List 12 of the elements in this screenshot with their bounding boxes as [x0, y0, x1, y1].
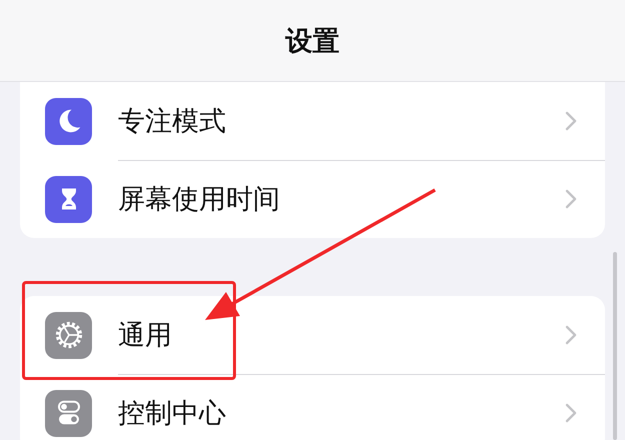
row-label: 屏幕使用时间 — [118, 183, 280, 217]
screen-title: 设置 — [286, 24, 340, 58]
chevron-icon — [565, 110, 577, 130]
row-label: 专注模式 — [118, 104, 226, 138]
chevron-icon — [565, 189, 577, 209]
settings-row[interactable]: 屏幕使用时间 — [20, 160, 605, 238]
settings-row[interactable]: 专注模式 — [20, 82, 605, 160]
chevron-icon — [565, 324, 577, 344]
chevron-icon — [565, 403, 577, 423]
row-label: 控制中心 — [118, 397, 226, 431]
row-label: 通用 — [118, 318, 172, 352]
settings-row[interactable]: 控制中心 — [20, 374, 605, 440]
